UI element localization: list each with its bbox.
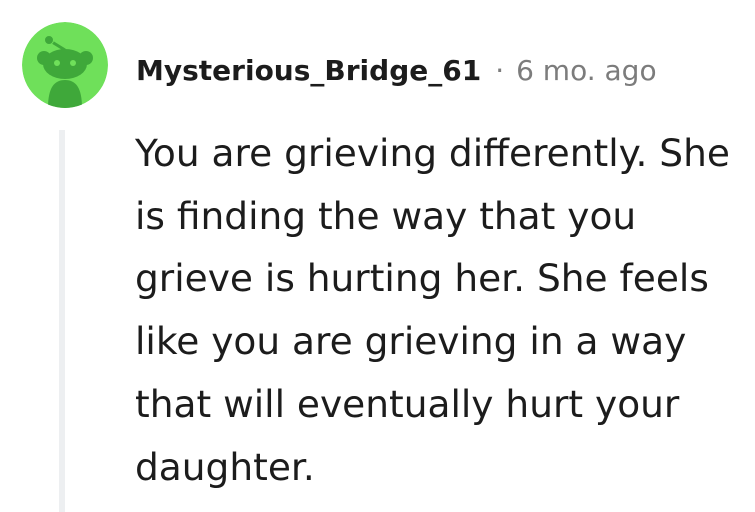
snoo-avatar-icon	[22, 22, 108, 108]
user-avatar[interactable]	[22, 22, 108, 108]
separator-dot: ·	[495, 53, 505, 87]
comment: Mysterious_Bridge_61 · 6 mo. ago You are…	[0, 0, 755, 512]
username-link[interactable]: Mysterious_Bridge_61	[136, 54, 481, 87]
comment-body: You are grieving differently. She is fin…	[135, 131, 730, 489]
comment-meta: Mysterious_Bridge_61 · 6 mo. ago	[136, 48, 657, 92]
thread-collapse-line[interactable]	[59, 130, 65, 512]
timestamp-link[interactable]: 6 mo. ago	[516, 54, 657, 87]
